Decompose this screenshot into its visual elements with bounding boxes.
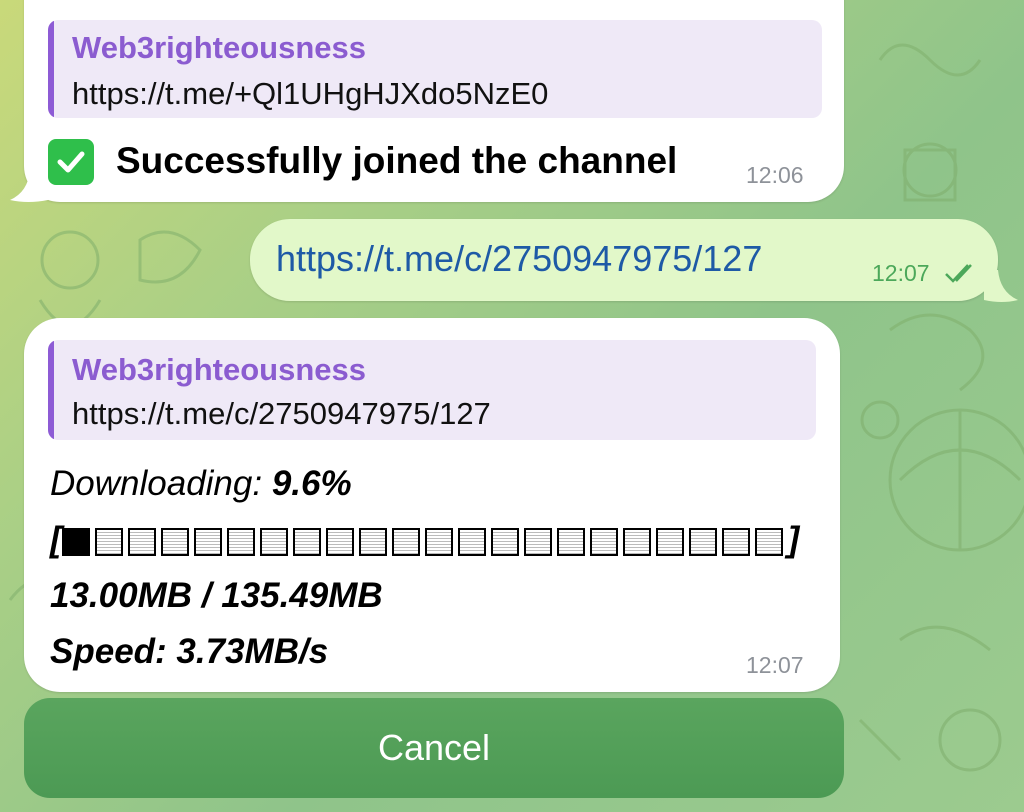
download-percent: 9.6% bbox=[271, 464, 352, 503]
double-check-icon bbox=[945, 264, 972, 283]
quote-title: Web3righteousness bbox=[72, 30, 367, 65]
cancel-button[interactable]: Cancel bbox=[24, 698, 844, 798]
progress-cell-empty bbox=[94, 527, 123, 556]
progress-cell-empty bbox=[226, 527, 255, 556]
check-mark-icon bbox=[48, 139, 94, 185]
progress-cell-empty bbox=[589, 527, 618, 556]
progress-cell-empty bbox=[490, 527, 519, 556]
progress-cell-empty bbox=[292, 527, 321, 556]
progress-cell-empty bbox=[193, 527, 222, 556]
progress-cell-empty bbox=[391, 527, 420, 556]
progress-cell-empty bbox=[721, 527, 750, 556]
progress-close: ] bbox=[787, 520, 800, 559]
quote-title: Web3righteousness bbox=[72, 352, 367, 387]
message-link[interactable]: https://t.me/c/2750947975/127 bbox=[276, 238, 762, 280]
progress-open: [ bbox=[50, 520, 62, 559]
download-status: Downloading: 9.6% bbox=[50, 464, 352, 504]
progress-cell-empty bbox=[655, 527, 684, 556]
quote-link: https://t.me/c/2750947975/127 bbox=[72, 396, 491, 431]
download-label: Downloading: bbox=[50, 464, 272, 503]
progress-bar: [] bbox=[50, 520, 799, 560]
bubble-tail bbox=[984, 270, 1018, 302]
progress-cell-empty bbox=[358, 527, 387, 556]
progress-cell-filled bbox=[61, 527, 90, 556]
progress-cells bbox=[61, 520, 788, 559]
quote-accent-bar bbox=[48, 340, 54, 440]
progress-cell-empty bbox=[127, 527, 156, 556]
quote-link: https://t.me/+Ql1UHgHJXdo5NzE0 bbox=[72, 76, 549, 111]
message-time: 12:06 bbox=[746, 162, 804, 188]
download-size: 13.00MB / 135.49MB bbox=[50, 576, 383, 615]
progress-cell-empty bbox=[325, 527, 354, 556]
quote-accent-bar bbox=[48, 20, 54, 118]
progress-cell-empty bbox=[556, 527, 585, 556]
cancel-button-label: Cancel bbox=[377, 727, 491, 768]
reply-quote-2[interactable]: Web3righteousness https://t.me/c/2750947… bbox=[48, 340, 816, 440]
progress-cell-empty bbox=[160, 527, 189, 556]
progress-cell-empty bbox=[622, 527, 651, 556]
reply-quote-1[interactable]: Web3righteousness https://t.me/+Ql1UHgHJ… bbox=[48, 20, 822, 118]
progress-cell-empty bbox=[523, 527, 552, 556]
progress-cell-empty bbox=[688, 527, 717, 556]
download-speed: Speed: 3.73MB/s bbox=[50, 632, 329, 671]
message-time: 12:07 bbox=[872, 260, 930, 286]
message-text: Successfully joined the channel bbox=[116, 140, 678, 181]
message-time: 12:07 bbox=[746, 652, 804, 678]
progress-cell-empty bbox=[754, 527, 783, 556]
progress-cell-empty bbox=[457, 527, 486, 556]
progress-cell-empty bbox=[259, 527, 288, 556]
bubble-tail bbox=[10, 170, 48, 202]
progress-cell-empty bbox=[424, 527, 453, 556]
